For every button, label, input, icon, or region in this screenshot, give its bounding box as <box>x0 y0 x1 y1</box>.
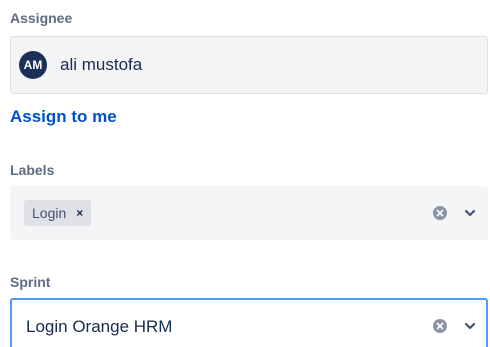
avatar: AM <box>19 51 47 79</box>
assignee-name: ali mustofa <box>60 55 143 74</box>
labels-select[interactable]: Login × <box>10 186 488 240</box>
labels-label: Labels <box>10 162 55 178</box>
chevron-down-icon[interactable] <box>462 318 478 334</box>
clear-icon[interactable] <box>432 205 448 221</box>
chevron-down-icon[interactable] <box>462 205 478 221</box>
label-tag-text: Login <box>32 205 67 221</box>
remove-tag-icon[interactable]: × <box>76 206 83 220</box>
issue-fields-panel: Assignee AM ali mustofa Assign to me Lab… <box>0 0 490 347</box>
label-tag: Login × <box>24 200 92 226</box>
assignee-label: Assignee <box>10 10 73 26</box>
assign-to-me-link[interactable]: Assign to me <box>10 107 117 127</box>
clear-icon[interactable] <box>432 318 448 334</box>
sprint-label: Sprint <box>10 274 51 290</box>
sprint-select[interactable]: Login Orange HRM <box>10 298 488 347</box>
sprint-value: Login Orange HRM <box>26 317 173 336</box>
assignee-field[interactable]: AM ali mustofa <box>10 36 488 94</box>
